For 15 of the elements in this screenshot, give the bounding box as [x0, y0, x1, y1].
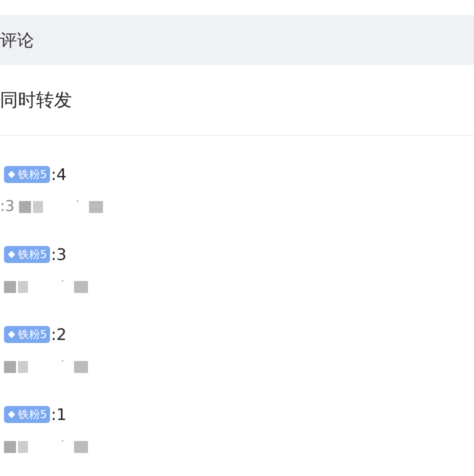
comment-number: :2 [51, 324, 67, 344]
diamond-icon [7, 330, 16, 338]
comment-number: :3 [51, 244, 67, 264]
header-title: 评论 [0, 30, 34, 52]
comment-number: :1 [51, 404, 67, 424]
diamond-icon [7, 410, 16, 418]
fan-badge: 铁粉5 [4, 166, 50, 182]
fan-badge: 铁粉5 [4, 326, 50, 342]
diamond-icon [7, 250, 16, 258]
forward-label[interactable]: 同时转发 [0, 88, 72, 112]
diamond-icon [7, 170, 16, 178]
comment-number: :4 [51, 164, 67, 184]
comment-meta: :3 [0, 197, 15, 215]
fan-badge: 铁粉5 [4, 406, 50, 422]
fan-badge: 铁粉5 [4, 246, 50, 262]
